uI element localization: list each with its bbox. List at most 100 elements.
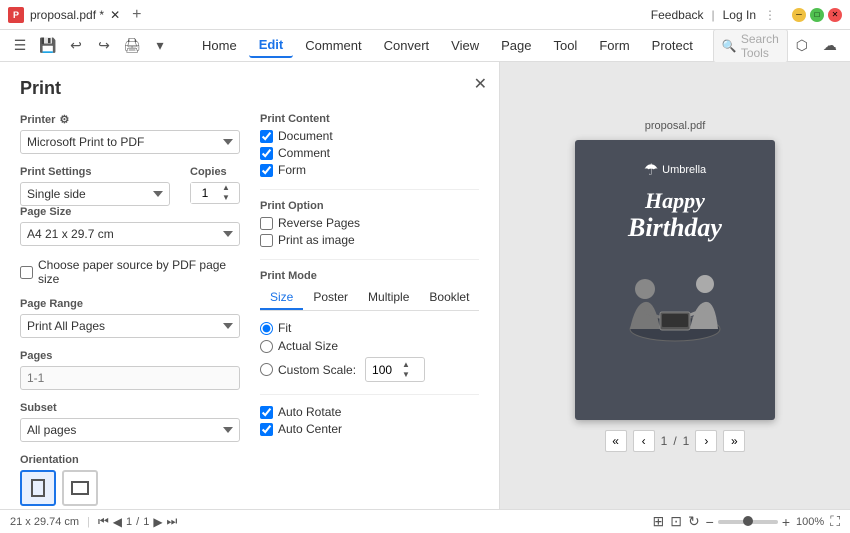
page-size-select[interactable]: A4 21 x 29.7 cm bbox=[20, 222, 240, 246]
mode-tab-multiple[interactable]: Multiple bbox=[358, 286, 419, 310]
redo-button[interactable]: ↪ bbox=[92, 34, 116, 58]
print-close-button[interactable]: ✕ bbox=[474, 74, 487, 94]
comment-checkbox-row: Comment bbox=[260, 146, 479, 160]
pages-row: Pages bbox=[20, 350, 240, 390]
save-button[interactable]: 💾 bbox=[36, 34, 60, 58]
tab-close[interactable]: ✕ bbox=[110, 8, 120, 22]
form-checkbox-row: Form bbox=[260, 163, 479, 177]
mode-tab-size[interactable]: Size bbox=[260, 286, 303, 310]
portrait-icon bbox=[31, 479, 45, 497]
undo-button[interactable]: ↩ bbox=[64, 34, 88, 58]
status-last-page-button[interactable]: ⏭ bbox=[167, 514, 178, 529]
orientation-buttons bbox=[20, 470, 240, 506]
comment-label: Comment bbox=[278, 146, 330, 160]
pages-input[interactable] bbox=[20, 366, 240, 390]
menu-edit[interactable]: Edit bbox=[249, 33, 294, 58]
people-illustration bbox=[610, 254, 740, 357]
scale-input[interactable] bbox=[372, 363, 400, 377]
custom-scale-radio[interactable] bbox=[260, 363, 273, 376]
landscape-icon bbox=[71, 481, 89, 495]
printer-settings-icon[interactable]: ⚙ bbox=[59, 113, 69, 126]
actual-size-radio[interactable] bbox=[260, 340, 273, 353]
auto-center-checkbox[interactable] bbox=[260, 423, 273, 436]
print-settings-group: Print Settings Single side bbox=[20, 166, 170, 206]
mode-tab-booklet[interactable]: Booklet bbox=[419, 286, 479, 310]
printer-label: Printer ⚙ bbox=[20, 113, 240, 126]
reverse-pages-label: Reverse Pages bbox=[278, 216, 360, 230]
print-as-image-label: Print as image bbox=[278, 233, 355, 247]
form-checkbox[interactable] bbox=[260, 164, 273, 177]
file-menu-button[interactable]: ☰ bbox=[8, 34, 32, 58]
new-tab-button[interactable]: + bbox=[126, 6, 147, 24]
document-checkbox[interactable] bbox=[260, 130, 273, 143]
menu-tool[interactable]: Tool bbox=[543, 34, 587, 57]
page-range-select[interactable]: Print All Pages bbox=[20, 314, 240, 338]
dropdown-button[interactable]: ▾ bbox=[148, 34, 172, 58]
portrait-button[interactable] bbox=[20, 470, 56, 506]
preview-area: proposal.pdf ☂ Umbrella Happy Birthday bbox=[500, 62, 850, 509]
maximize-button[interactable]: □ bbox=[810, 8, 824, 22]
mode-tab-poster[interactable]: Poster bbox=[303, 286, 358, 310]
menu-home[interactable]: Home bbox=[192, 34, 247, 57]
zoom-in-button[interactable]: + bbox=[782, 514, 790, 530]
fit-page-button[interactable]: ⊞ bbox=[652, 513, 664, 530]
zoom-out-button[interactable]: − bbox=[706, 514, 714, 530]
scale-up-button[interactable]: ▲ bbox=[400, 360, 412, 370]
copies-input-wrap: ▲ ▼ bbox=[190, 182, 240, 204]
print-settings-select[interactable]: Single side bbox=[20, 182, 170, 206]
menu-protect[interactable]: Protect bbox=[642, 34, 703, 57]
search-tools-bar[interactable]: 🔍 Search Tools bbox=[713, 29, 788, 63]
close-button[interactable]: ✕ bbox=[828, 8, 842, 22]
printer-select[interactable]: Microsoft Print to PDF bbox=[20, 130, 240, 154]
login-link[interactable]: Log In bbox=[723, 8, 756, 22]
landscape-button[interactable] bbox=[62, 470, 98, 506]
zoom-level: 100% bbox=[796, 516, 824, 528]
paper-source-checkbox[interactable] bbox=[20, 266, 33, 279]
print-as-image-checkbox[interactable] bbox=[260, 234, 273, 247]
print-title: Print bbox=[20, 78, 479, 99]
printer-row: Printer ⚙ Microsoft Print to PDF bbox=[20, 113, 240, 154]
zoom-slider-thumb bbox=[743, 516, 753, 526]
birthday-word: Birthday bbox=[628, 214, 722, 243]
fit-radio[interactable] bbox=[260, 322, 273, 335]
menu-convert[interactable]: Convert bbox=[374, 34, 440, 57]
menu-form[interactable]: Form bbox=[589, 34, 639, 57]
copies-input[interactable] bbox=[191, 183, 219, 203]
comment-checkbox[interactable] bbox=[260, 147, 273, 160]
preview-next-button[interactable]: › bbox=[695, 430, 717, 452]
copies-up-button[interactable]: ▲ bbox=[219, 183, 233, 193]
reverse-pages-checkbox[interactable] bbox=[260, 217, 273, 230]
menu-page[interactable]: Page bbox=[491, 34, 541, 57]
preview-last-button[interactable]: » bbox=[723, 430, 745, 452]
custom-scale-label: Custom Scale: bbox=[278, 363, 356, 377]
menu-view[interactable]: View bbox=[441, 34, 489, 57]
fullscreen-button[interactable]: ⛶ bbox=[830, 513, 840, 530]
orientation-label: Orientation bbox=[20, 454, 240, 466]
feedback-link[interactable]: Feedback bbox=[651, 8, 704, 22]
status-prev-page-button[interactable]: ◀ bbox=[113, 515, 122, 529]
scale-down-button[interactable]: ▼ bbox=[400, 370, 412, 380]
cloud-button[interactable]: ☁ bbox=[818, 34, 842, 58]
zoom-slider[interactable] bbox=[718, 520, 778, 524]
subset-select[interactable]: All pages bbox=[20, 418, 240, 442]
print-icon-button[interactable]: 🖨 bbox=[120, 34, 144, 58]
page-size-label: Page Size bbox=[20, 206, 240, 218]
fit-width-button[interactable]: ⊡ bbox=[670, 513, 682, 530]
external-link-button[interactable]: ⬡ bbox=[790, 34, 814, 58]
panel-right: Print Content Document Comment Form bbox=[260, 113, 479, 509]
status-first-page-button[interactable]: ⏮ bbox=[98, 514, 109, 529]
menu-comment[interactable]: Comment bbox=[295, 34, 371, 57]
divider-3 bbox=[260, 394, 479, 395]
print-settings-label: Print Settings bbox=[20, 166, 170, 178]
minimize-button[interactable]: ─ bbox=[792, 8, 806, 22]
auto-rotate-checkbox[interactable] bbox=[260, 406, 273, 419]
status-bar: 21 x 29.74 cm | ⏮ ◀ 1 / 1 ▶ ⏭ ⊞ ⊡ ↻ − + … bbox=[0, 509, 850, 533]
help-button[interactable]: ? bbox=[846, 34, 850, 58]
rotate-button[interactable]: ↻ bbox=[688, 513, 700, 530]
auto-center-label: Auto Center bbox=[278, 422, 342, 436]
preview-first-button[interactable]: « bbox=[605, 430, 627, 452]
search-icon: 🔍 bbox=[722, 39, 737, 53]
preview-prev-button[interactable]: ‹ bbox=[633, 430, 655, 452]
copies-down-button[interactable]: ▼ bbox=[219, 193, 233, 203]
status-next-page-button[interactable]: ▶ bbox=[153, 515, 162, 529]
